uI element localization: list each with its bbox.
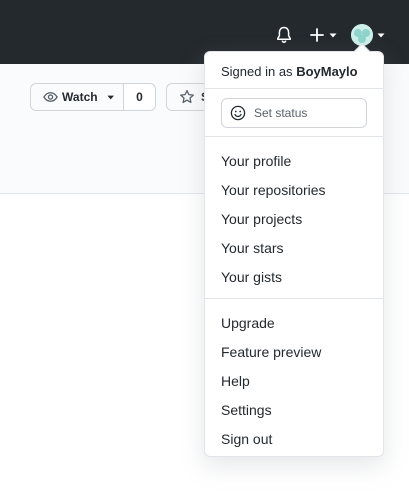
star-button[interactable]: S — [167, 84, 209, 110]
divider — [205, 88, 383, 89]
watch-button-group: Watch 0 — [30, 83, 156, 111]
chevron-down-icon — [107, 95, 114, 100]
bell-icon — [277, 26, 291, 43]
chevron-down-icon — [329, 33, 336, 38]
signed-in-prefix: Signed in as — [221, 64, 293, 79]
star-icon — [180, 89, 194, 104]
menu-item-sign-out[interactable]: Sign out — [221, 431, 272, 447]
user-dropdown-menu: Signed in as BoyMaylo Set status Your pr… — [204, 43, 384, 457]
menu-item-your-repositories[interactable]: Your repositories — [221, 182, 326, 198]
smiley-icon — [230, 105, 246, 121]
menu-item-settings[interactable]: Settings — [221, 402, 272, 418]
divider — [205, 298, 383, 299]
watch-count[interactable]: 0 — [124, 84, 155, 110]
signed-in-header: Signed in as BoyMaylo — [221, 64, 358, 79]
chevron-down-icon — [377, 33, 384, 38]
plus-icon — [309, 28, 324, 42]
menu-item-feature-preview[interactable]: Feature preview — [221, 344, 321, 360]
set-status-button[interactable]: Set status — [221, 98, 367, 128]
menu-item-your-stars[interactable]: Your stars — [221, 240, 284, 256]
menu-item-your-gists[interactable]: Your gists — [221, 269, 282, 285]
set-status-label: Set status — [254, 106, 308, 120]
username: BoyMaylo — [296, 64, 358, 79]
menu-item-your-projects[interactable]: Your projects — [221, 211, 302, 227]
menu-item-your-profile[interactable]: Your profile — [221, 153, 291, 169]
notifications-button[interactable] — [274, 24, 294, 46]
watch-button[interactable]: Watch — [31, 84, 124, 110]
watch-label: Watch — [62, 90, 98, 104]
menu-item-upgrade[interactable]: Upgrade — [221, 315, 275, 331]
divider — [205, 136, 383, 137]
create-new-button[interactable] — [307, 24, 339, 46]
menu-item-help[interactable]: Help — [221, 373, 250, 389]
eye-icon — [43, 92, 58, 102]
dropdown-caret-fill — [355, 45, 369, 52]
